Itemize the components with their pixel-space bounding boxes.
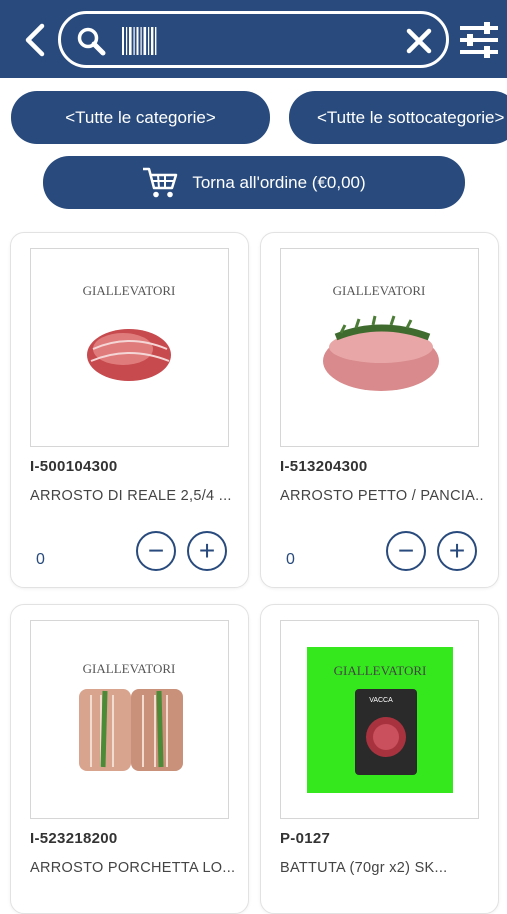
product-name: ARROSTO DI REALE 2,5/4 ... [30, 488, 232, 504]
product-name: ARROSTO PETTO / PANCIA... [280, 488, 485, 504]
product-code: I-500104300 [30, 458, 118, 475]
product-photo: GIALLEVATORI [79, 661, 183, 771]
minus-icon: − [397, 535, 415, 566]
product-name: BATTUTA (70gr x2) SK... [280, 860, 448, 876]
brand-logo: GIALLEVATORI [83, 283, 176, 298]
brand-logo: GIALLEVATORI [334, 663, 427, 678]
decrease-quantity-button[interactable]: − [386, 531, 426, 571]
increase-quantity-button[interactable]: + [437, 531, 477, 571]
decrease-quantity-button[interactable]: − [136, 531, 176, 571]
plus-icon: + [448, 535, 466, 566]
close-icon[interactable] [404, 26, 434, 56]
back-to-order-button[interactable]: Torna all'ordine (€0,00) [43, 156, 465, 209]
product-card[interactable]: GIALLEVATORI VACCA P-0127 BATTUTA (70gr … [260, 604, 499, 914]
subcategory-filter-label: <Tutte le sottocategorie> [317, 107, 505, 127]
product-image: GIALLEVATORI [280, 248, 479, 447]
product-quantity: 0 [36, 551, 45, 568]
product-card[interactable]: GIALLEVATORI I-523218200 ARROSTO PORCHET… [10, 604, 249, 914]
top-bar [0, 0, 507, 78]
product-quantity: 0 [286, 551, 295, 568]
minus-icon: − [147, 535, 165, 566]
product-image: GIALLEVATORI VACCA [280, 620, 479, 819]
subcategory-filter-button[interactable]: <Tutte le sottocategorie> [289, 91, 507, 144]
brand-logo: GIALLEVATORI [83, 661, 176, 676]
product-name: ARROSTO PORCHETTA LO... [30, 860, 235, 876]
cart-icon [143, 167, 178, 197]
product-image: GIALLEVATORI [30, 620, 229, 819]
product-code: I-513204300 [280, 458, 368, 475]
product-code: P-0127 [280, 830, 331, 847]
product-card[interactable]: GIALLEVATORI I-513204300 ARROSTO PETTO /… [260, 232, 499, 588]
category-filter-label: <Tutte le categorie> [65, 107, 216, 127]
package-label: VACCA [369, 697, 393, 704]
sliders-icon[interactable] [458, 20, 500, 60]
increase-quantity-button[interactable]: + [187, 531, 227, 571]
category-filter-button[interactable]: <Tutte le categorie> [11, 91, 270, 144]
product-photo: GIALLEVATORI VACCA [307, 647, 453, 793]
back-to-order-label: Torna all'ordine (€0,00) [192, 172, 366, 192]
product-card[interactable]: GIALLEVATORI I-500104300 ARROSTO DI REAL… [10, 232, 249, 588]
barcode-icon[interactable] [121, 26, 157, 56]
search-box[interactable] [58, 11, 449, 68]
product-photo: GIALLEVATORI [323, 283, 439, 391]
product-code: I-523218200 [30, 830, 118, 847]
brand-logo: GIALLEVATORI [333, 283, 426, 298]
plus-icon: + [198, 535, 216, 566]
chevron-left-icon[interactable] [20, 22, 50, 58]
search-icon [77, 27, 106, 56]
product-image: GIALLEVATORI [30, 248, 229, 447]
product-photo: GIALLEVATORI [83, 283, 176, 381]
